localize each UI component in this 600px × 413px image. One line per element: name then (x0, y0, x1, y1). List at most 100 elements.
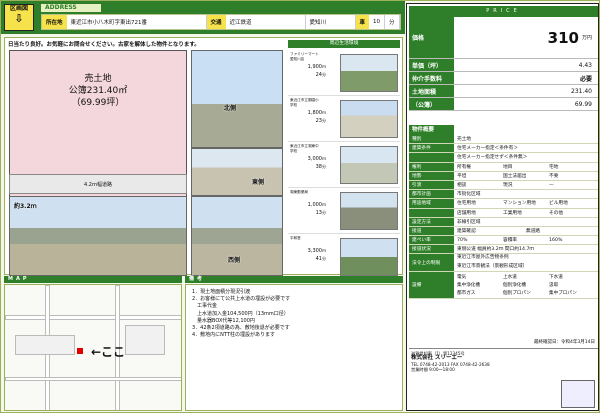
detail-value: 建築確認 無道路 (454, 227, 598, 235)
facility-photo (340, 100, 398, 138)
detail-value-text: 東側公道 幅員約3.2ｍ 間口約14.7ｍ (457, 247, 535, 253)
detail-key (409, 208, 454, 217)
facility-unit: ｍ (322, 110, 326, 115)
detail-row: 接道 建築確認 無道路 (409, 226, 598, 237)
facility-distance: 1,900 (307, 64, 322, 70)
detail-value: 所有権 地目 宅地 (454, 163, 598, 171)
detail-key: 建ぺい率 (409, 236, 454, 245)
detail-row: 店舗用地 工業用地 その他 (409, 208, 598, 218)
remark-line: 上水道加入金104,500円（13mm口径） (192, 310, 289, 317)
detail-value: 住宅用地 マンション用地 ビル用地 (454, 199, 598, 207)
facility-item: 湖東郵便局 1,000 ｍ 13 分 (288, 188, 400, 234)
here-label: ←ここ (91, 345, 126, 359)
facility-unit: ｍ (322, 64, 326, 69)
land-area-row: 土地面積 231.40 (409, 85, 598, 98)
detail-value: 東近江市屋外広告物条例 東近江市景観法（景観形成区域） (454, 254, 598, 271)
facility-minutes-unit: 分 (322, 118, 326, 123)
detail-value-text: 非線引区域 (457, 219, 481, 225)
address-label: ADDRESS (41, 4, 101, 12)
detail-row: 都市計画 市街化区域 (409, 190, 598, 200)
facility-distance: 1,000 (307, 202, 322, 208)
price-key: 価格 (409, 17, 454, 58)
facility-distance: 1,800 (307, 110, 322, 116)
detail-row: 用途地域 住宅用地 マンション用地 ビル用地 (409, 199, 598, 209)
detail-value-text: 店舗用地 (457, 210, 476, 216)
detail-key: 設定方法 (409, 217, 454, 226)
detail-row: 地勢 平坦 国土法届出 不要 (409, 171, 598, 181)
detail-table: 種別 売土地 建築条件 住宅メーカー指定＜条件有＞ 住宅メーカー指定せず＜条件無＞ … (409, 135, 598, 300)
lot-type: 売土地 (84, 74, 112, 84)
detail-value-text: マンション用地 (503, 201, 536, 207)
remarks-box: 1．現土地面積分現況引渡 2．お客様にて公共上水道の埋設が必要です 工事代金 上… (185, 284, 403, 411)
facility-minutes: 23 (315, 118, 322, 124)
utility-item: 個別プロパン (503, 291, 531, 297)
detail-key: 引渡 (409, 180, 454, 190)
detail-row: 接道状況 東側公道 幅員約3.2ｍ 間口約14.7ｍ (409, 245, 598, 255)
facility-minutes: 38 (315, 164, 322, 170)
detail-value-text: 市街化区域 (457, 192, 481, 198)
detail-value: 住宅メーカー指定＜条件有＞ (454, 144, 598, 152)
price-unit: 万円 (581, 35, 592, 41)
price-value-cell: 310 万円 (454, 17, 598, 58)
detail-value-text: 国土法届出 (503, 173, 527, 179)
map-title: MAP (4, 276, 182, 283)
road-label: 4.2ｍ幅道路 (9, 174, 187, 194)
lot-area: 公簿231.40㎡ (68, 86, 128, 96)
land-area-key: 土地面積 (409, 85, 454, 97)
detail-row: 権利 所有権 地目 宅地 (409, 162, 598, 172)
detail-value-text: 平坦 (457, 173, 467, 179)
commission-value: 必要 (454, 72, 598, 84)
utilities-grid: 電気 上水道 下水道 集中浄化槽 個別浄化槽 汲取 都市ガス 個別プロパン 集中… (454, 272, 598, 298)
location-map[interactable]: ←ここ (4, 284, 182, 411)
facilities-list: ファミリーマート愛知川店 1,900 ｍ 24 分 東近江市立御園小学校 1,8… (288, 50, 400, 276)
detail-value-text: 160% (549, 237, 563, 243)
detail-value: 非線引区域 (454, 218, 598, 226)
facility-minutes-unit: 分 (322, 256, 326, 261)
utility-item: 上水道 (503, 275, 517, 281)
utilities-key: 設備 (409, 272, 454, 299)
price-row: 価格 310 万円 (409, 17, 598, 59)
facility-name: 東近江市立御園小学校 (290, 98, 319, 107)
main-section: 日当たり良好。お気軽にお問合せください。古家を解体した物件となります。 売土地 … (4, 37, 403, 276)
registry-value: 69.99 (454, 98, 598, 110)
transit-line: 近江鉄道 (226, 15, 306, 29)
facility-minutes: 13 (315, 210, 322, 216)
detail-value: 住宅メーカー指定せず＜条件無＞ (454, 153, 598, 161)
remark-line: 量水器BOX代等12,100円 (192, 317, 255, 324)
registry-key: （公簿） (409, 98, 454, 110)
car-minutes: 10 (369, 15, 386, 29)
kukaku-badge: 区画図 ⇩ (4, 4, 34, 31)
detail-value-text: 70% (457, 237, 468, 243)
address-value: 東近江市小八木町字東出721番 (67, 15, 207, 29)
facilities-title: 周辺生活環境 (288, 40, 400, 48)
detail-value-text: 無道路 (526, 228, 541, 234)
lot-area-tsubo: （69.99坪） (71, 98, 125, 108)
map-block (15, 335, 75, 355)
map-block (125, 325, 165, 355)
detail-value: 相談 現況 — (454, 181, 598, 189)
detail-value-text: 住宅メーカー指定＜条件有＞ (457, 146, 518, 152)
photo-west: 西側 (191, 196, 283, 276)
company-logo (561, 380, 595, 408)
detail-key: 接道 (409, 226, 454, 236)
facility-item: 東近江市立御園小学校 1,800 ｍ 23 分 (288, 96, 400, 142)
info-column: PRICE 価格 310 万円 単価（坪） 4.43 仲介手数料 必要 土地面積… (406, 3, 599, 411)
detail-value: 店舗用地 工業用地 その他 (454, 209, 598, 217)
address-row: 所在地 東近江市小八木町字東出721番 交通 近江鉄道 愛知川 車 10 分 (41, 14, 401, 30)
detail-key: 接道状況 (409, 245, 454, 254)
facility-name: 平和堂 (290, 236, 301, 240)
last-checked-date: 最終確認日：令和4年3月14日 (534, 340, 595, 345)
detail-value-text: 宅地 (549, 164, 559, 170)
remark-line: 工事代金 (192, 303, 218, 310)
detail-key: 種別 (409, 135, 454, 144)
photo-street-caption: 約3.2ｍ (14, 203, 37, 210)
detail-value: 売土地 (454, 135, 598, 143)
footer-line: 営業時間 9:00〜18:00 (411, 367, 455, 373)
car-unit: 分 (385, 15, 400, 29)
detail-value: 東側公道 幅員約3.2ｍ 間口約14.7ｍ (454, 245, 598, 253)
notice-text: 日当たり良好。お気軽にお問合せください。古家を解体した物件となります。 (8, 42, 200, 48)
transit-station: 愛知川 (306, 15, 356, 29)
detail-value: 70% 容積率 160% (454, 236, 598, 244)
facility-item: 平和堂 3,300 ｍ 41 分 (288, 234, 400, 280)
utilities-row: 設備 電気 上水道 下水道 集中浄化槽 個別浄化槽 汲取 都市ガス 個別プロパン… (409, 272, 598, 300)
